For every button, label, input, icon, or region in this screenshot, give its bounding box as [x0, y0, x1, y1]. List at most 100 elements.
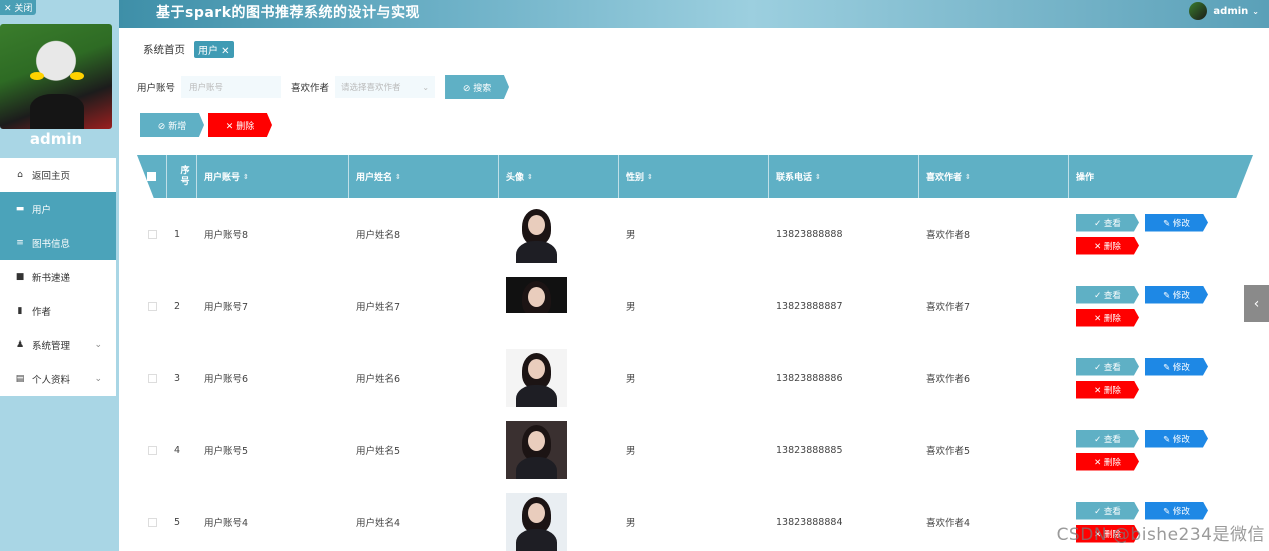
- sidebar-item[interactable]: ■ 新书速递: [0, 260, 116, 294]
- sidebar-user-name: admin: [29, 130, 83, 148]
- search-button[interactable]: ⊘ 搜索: [445, 75, 510, 99]
- edit-button[interactable]: ✎ 修改: [1145, 213, 1208, 232]
- sidebar-item[interactable]: ⌂ 返回主页: [0, 158, 116, 192]
- top-header: 基于spark的图书推荐系统的设计与实现 admin ⌄: [119, 0, 1269, 28]
- cell-avatar: [499, 342, 619, 414]
- column-actions: 操作: [1069, 155, 1253, 198]
- portrait-body: [516, 457, 557, 479]
- column-index: 序号: [167, 155, 197, 198]
- document-icon: ▮: [17, 306, 23, 316]
- table-row: 1 用户账号8 用户姓名8 男 13823888888 喜欢作者8 ✓ 查看 ✎ 修改 ✕ 删除: [137, 198, 1253, 270]
- sidebar-item-label: 个人资料: [32, 375, 71, 386]
- cell-name: 用户姓名8: [356, 230, 401, 241]
- cell-name: 用户姓名5: [356, 446, 401, 457]
- header-avatar: [1189, 2, 1208, 20]
- cell-account: 用户账号4: [204, 518, 249, 529]
- row-checkbox[interactable]: [147, 229, 157, 239]
- view-button[interactable]: ✓ 查看: [1076, 357, 1139, 376]
- user-avatar-image[interactable]: [506, 277, 567, 313]
- row-checkbox[interactable]: [147, 373, 157, 383]
- sidebar-item[interactable]: ≡ 图书信息: [0, 226, 116, 260]
- add-button[interactable]: ⊘ 新增: [140, 113, 204, 137]
- column-phone-label: 联系电话: [776, 173, 813, 183]
- sort-icon: ⇕: [965, 172, 971, 181]
- row-actions: ✓ 查看 ✎ 修改 ✕ 删除: [1076, 429, 1208, 471]
- row-checkbox-cell: [137, 198, 167, 270]
- portrait-face: [528, 503, 545, 523]
- column-actions-label: 操作: [1076, 173, 1095, 183]
- cell-avatar: [499, 414, 619, 486]
- row-checkbox-cell: [137, 486, 167, 551]
- cell-index: 3: [174, 372, 181, 384]
- edit-button[interactable]: ✎ 修改: [1145, 357, 1208, 376]
- header-user-name: admin: [1213, 5, 1249, 17]
- table-header: 序号 用户账号 ⇕ 用户姓名 ⇕ 头像 ⇕ 性别 ⇕ 联系电话 ⇕ 喜欢作者 ⇕ 操作: [137, 155, 1253, 198]
- sidebar-item[interactable]: ▮ 作者: [0, 294, 116, 328]
- column-author[interactable]: 喜欢作者 ⇕: [919, 155, 1069, 198]
- row-delete-button[interactable]: ✕ 删除: [1076, 236, 1139, 255]
- row-delete-button[interactable]: ✕ 删除: [1076, 380, 1139, 399]
- column-phone[interactable]: 联系电话 ⇕: [769, 155, 919, 198]
- cell-account: 用户账号7: [204, 302, 249, 313]
- close-sidebar-button[interactable]: ✕ 关闭: [0, 0, 37, 15]
- select-all-cell: [137, 155, 167, 198]
- breadcrumb: 系统首页 用户 ✕: [143, 41, 234, 58]
- row-checkbox[interactable]: [147, 517, 157, 527]
- user-avatar-image[interactable]: [506, 493, 567, 551]
- row-checkbox[interactable]: [147, 301, 157, 311]
- user-avatar-image[interactable]: [506, 421, 567, 479]
- portrait-face: [528, 431, 545, 451]
- cell-gender: 男: [626, 302, 636, 313]
- row-delete-button[interactable]: ✕ 删除: [1076, 308, 1139, 327]
- breadcrumb-current-tag[interactable]: 用户 ✕: [194, 41, 234, 58]
- view-button[interactable]: ✓ 查看: [1076, 285, 1139, 304]
- select-all-checkbox[interactable]: [147, 172, 156, 181]
- sidebar-item[interactable]: ▬ 用户: [0, 192, 116, 226]
- edit-button[interactable]: ✎ 修改: [1145, 285, 1208, 304]
- cell-author: 喜欢作者5: [926, 446, 971, 457]
- user-avatar-image[interactable]: [506, 205, 567, 263]
- edit-button[interactable]: ✎ 修改: [1145, 429, 1208, 448]
- column-avatar-label: 头像: [506, 173, 525, 183]
- row-actions: ✓ 查看 ✎ 修改 ✕ 删除: [1076, 285, 1208, 327]
- column-index-label: 序号: [180, 165, 190, 187]
- sort-icon: ⇕: [647, 172, 653, 181]
- account-search-input[interactable]: 用户账号: [181, 76, 282, 98]
- row-checkbox[interactable]: [147, 445, 157, 455]
- column-gender[interactable]: 性别 ⇕: [619, 155, 769, 198]
- author-select[interactable]: 请选择喜欢作者 ⌄: [335, 76, 436, 98]
- sidebar: ✕ 关闭 admin ⌂ 返回主页 ▬ 用户 ≡ 图书信息 ■ 新书速递 ▮ 作者 ♟ 系统管理 ⌄ ▤ 个…: [0, 0, 119, 551]
- table-row: 4 用户账号5 用户姓名5 男 13823888885 喜欢作者5 ✓ 查看 ✎ 修改 ✕ 删除: [137, 414, 1253, 486]
- sidebar-item[interactable]: ♟ 系统管理 ⌄: [0, 328, 116, 362]
- author-select-placeholder: 请选择喜欢作者: [341, 83, 401, 93]
- delete-button[interactable]: ✕ 删除: [208, 113, 272, 137]
- column-avatar[interactable]: 头像 ⇕: [499, 155, 619, 198]
- user-menu[interactable]: admin ⌄: [1189, 2, 1259, 20]
- cell-actions: ✓ 查看 ✎ 修改 ✕ 删除: [1069, 198, 1253, 270]
- row-checkbox-cell: [137, 342, 167, 414]
- person-icon: ♟: [15, 340, 25, 350]
- collapse-panel-button[interactable]: ‹: [1244, 285, 1269, 322]
- column-author-label: 喜欢作者: [926, 173, 963, 183]
- portrait-face: [528, 215, 545, 235]
- row-delete-button[interactable]: ✕ 删除: [1076, 452, 1139, 471]
- view-button[interactable]: ✓ 查看: [1076, 501, 1139, 520]
- portrait-body: [516, 529, 557, 551]
- view-button[interactable]: ✓ 查看: [1076, 213, 1139, 232]
- breadcrumb-home[interactable]: 系统首页: [143, 42, 185, 57]
- sidebar-item[interactable]: ▤ 个人资料 ⌄: [0, 362, 116, 396]
- portrait-body: [516, 385, 557, 407]
- cell-phone: 13823888884: [776, 516, 843, 528]
- cell-index: 1: [174, 228, 181, 240]
- column-account[interactable]: 用户账号 ⇕: [197, 155, 349, 198]
- view-button[interactable]: ✓ 查看: [1076, 429, 1139, 448]
- column-gender-label: 性别: [626, 173, 645, 183]
- column-name[interactable]: 用户姓名 ⇕: [349, 155, 499, 198]
- user-avatar-image[interactable]: [506, 349, 567, 407]
- chevron-down-icon: ⌄: [94, 340, 102, 350]
- cell-gender: 男: [626, 230, 636, 241]
- edit-button[interactable]: ✎ 修改: [1145, 501, 1208, 520]
- sort-icon: ⇕: [527, 172, 533, 181]
- cell-phone: 13823888888: [776, 228, 843, 240]
- cell-avatar: [499, 270, 619, 342]
